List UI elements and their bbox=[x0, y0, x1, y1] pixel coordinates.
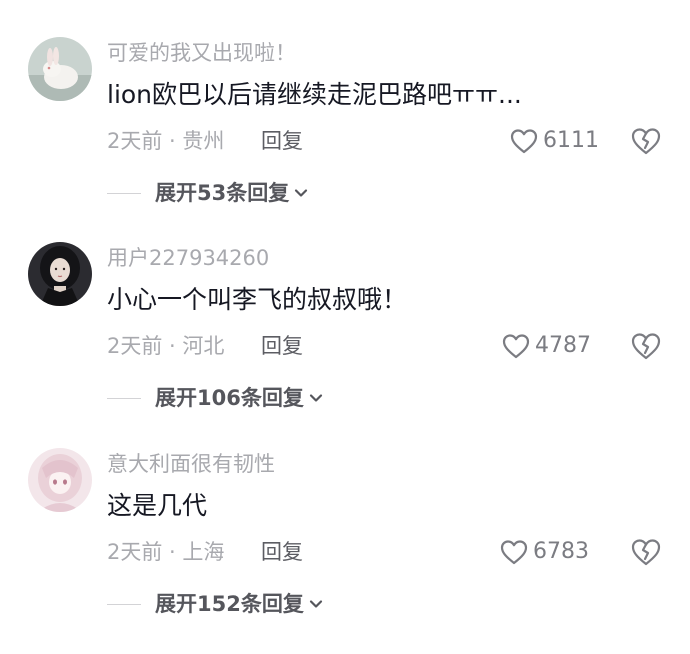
comment-meta: 2天前 · 上海 bbox=[107, 540, 225, 564]
comment-meta: 2天前 · 贵州 bbox=[107, 129, 225, 153]
comment-username[interactable]: 用户227934260 bbox=[107, 244, 269, 272]
comment-meta: 2天前 · 河北 bbox=[107, 334, 225, 358]
dislike-button[interactable] bbox=[630, 330, 662, 362]
broken-heart-icon bbox=[631, 539, 661, 566]
comment-username[interactable]: 意大利面很有韧性 bbox=[107, 450, 275, 478]
reply-button[interactable]: 回复 bbox=[261, 332, 303, 360]
comment-item: 意大利面很有韧性 这是几代 2天前 · 上海 回复 6783 展开152条回复 bbox=[0, 448, 690, 654]
expand-replies-button[interactable]: 展开152条回复 bbox=[107, 589, 324, 619]
dislike-button[interactable] bbox=[630, 125, 662, 157]
comment-text: lion欧巴以后请继续走泥巴路吧ㅠㅠ... bbox=[107, 80, 522, 109]
broken-heart-icon bbox=[631, 333, 661, 360]
dislike-button[interactable] bbox=[630, 536, 662, 568]
divider-line bbox=[107, 397, 141, 399]
divider-line bbox=[107, 192, 141, 194]
expand-replies-label: 展开53条回复 bbox=[155, 181, 290, 205]
comment-item: 可爱的我又出现啦！ lion欧巴以后请继续走泥巴路吧ㅠㅠ... 2天前 · 贵州… bbox=[0, 37, 690, 243]
divider-line bbox=[107, 603, 141, 605]
expand-replies-button[interactable]: 展开53条回复 bbox=[107, 178, 309, 208]
avatar[interactable] bbox=[28, 37, 92, 101]
chevron-down-icon bbox=[309, 394, 322, 402]
expand-replies-label: 展开106条回复 bbox=[155, 386, 304, 410]
broken-heart-icon bbox=[631, 128, 661, 155]
like-button[interactable]: 6783 bbox=[499, 536, 589, 568]
comment-username[interactable]: 可爱的我又出现啦！ bbox=[107, 39, 296, 67]
like-count: 6111 bbox=[543, 128, 599, 153]
like-count: 6783 bbox=[533, 539, 589, 564]
comment-item: 用户227934260 小心一个叫李飞的叔叔哦！ 2天前 · 河北 回复 478… bbox=[0, 242, 690, 448]
like-count: 4787 bbox=[535, 333, 591, 358]
comment-text: 这是几代 bbox=[107, 491, 208, 520]
heart-outline-icon bbox=[502, 334, 530, 359]
chevron-down-icon bbox=[295, 189, 308, 197]
avatar[interactable] bbox=[28, 448, 92, 512]
expand-replies-label: 展开152条回复 bbox=[155, 592, 304, 616]
avatar[interactable] bbox=[28, 242, 92, 306]
expand-replies-button[interactable]: 展开106条回复 bbox=[107, 383, 324, 413]
heart-outline-icon bbox=[500, 540, 528, 565]
reply-button[interactable]: 回复 bbox=[261, 127, 303, 155]
like-button[interactable]: 6111 bbox=[509, 125, 599, 157]
like-button[interactable]: 4787 bbox=[501, 330, 591, 362]
comment-text: 小心一个叫李飞的叔叔哦！ bbox=[107, 285, 408, 314]
chevron-down-icon bbox=[309, 600, 322, 608]
heart-outline-icon bbox=[510, 129, 538, 154]
reply-button[interactable]: 回复 bbox=[261, 538, 303, 566]
